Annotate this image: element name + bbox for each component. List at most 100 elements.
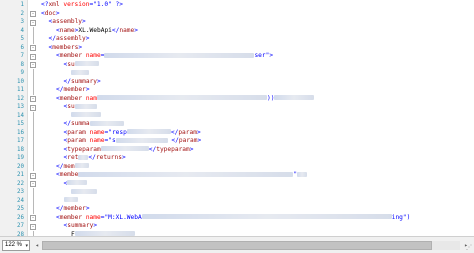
code-token: > bbox=[78, 43, 83, 51]
resize-grip-icon[interactable]: ⋰ bbox=[466, 244, 472, 251]
code-line[interactable]: 10 </summary> bbox=[0, 77, 474, 86]
code-line[interactable]: 17 <param name="s </param> bbox=[0, 137, 474, 146]
redacted-text bbox=[78, 154, 89, 160]
fold-toggle-icon[interactable]: - bbox=[30, 11, 36, 17]
code-text: </mem bbox=[56, 163, 89, 172]
code-line[interactable]: 25 </member> bbox=[0, 205, 474, 214]
code-token: version bbox=[63, 1, 90, 8]
line-number: 24 bbox=[17, 197, 24, 204]
code-token: > bbox=[82, 18, 86, 25]
code-line[interactable]: 6- <members> bbox=[0, 44, 474, 53]
fold-toggle-icon[interactable]: - bbox=[30, 181, 36, 187]
code-line[interactable]: 22- < bbox=[0, 180, 474, 189]
code-line[interactable]: 13- <su bbox=[0, 103, 474, 112]
code-token: member bbox=[63, 205, 86, 212]
code-line[interactable]: 24 bbox=[0, 196, 474, 205]
code-token: typeparam bbox=[156, 145, 190, 153]
line-number: 12 bbox=[17, 95, 24, 102]
fold-guide bbox=[32, 137, 34, 146]
line-number: 14 bbox=[17, 112, 24, 119]
code-line[interactable]: 9 bbox=[0, 69, 474, 78]
code-line[interactable]: 26- <member name="M:XL.WebA ing") bbox=[0, 214, 474, 223]
redacted-text bbox=[71, 112, 101, 117]
code-token: ) bbox=[406, 213, 411, 221]
redacted-text bbox=[274, 95, 315, 100]
code-line[interactable]: 2- <doc> bbox=[0, 10, 474, 19]
code-line[interactable]: 27- <summary> bbox=[0, 222, 474, 231]
code-token: "s bbox=[108, 137, 116, 144]
code-line[interactable]: 7- <member name= ser"> bbox=[0, 52, 474, 61]
line-number: 15 bbox=[17, 121, 24, 127]
redacted-text bbox=[63, 197, 78, 202]
code-token: )) bbox=[267, 94, 275, 102]
horizontal-scrollbar-thumb[interactable] bbox=[42, 241, 432, 250]
code-token: "M:XL.WebA bbox=[104, 213, 142, 221]
fold-toggle-icon[interactable]: - bbox=[30, 104, 36, 111]
code-text: <member name="M:XL.WebA ing") bbox=[56, 214, 410, 223]
code-line[interactable]: 1 <?xml version="1.0" ?> bbox=[0, 1, 474, 10]
code-line[interactable]: 4 <name>XL.WebApi</name> bbox=[0, 26, 474, 35]
code-line[interactable]: 20 </mem bbox=[0, 162, 474, 172]
code-token: member bbox=[59, 213, 86, 221]
code-line[interactable]: 12- <member nam)) bbox=[0, 95, 474, 104]
code-token: member bbox=[59, 52, 86, 59]
code-editor[interactable]: 1 <?xml version="1.0" ?> 2- <doc> 3- <assembl… bbox=[0, 0, 474, 236]
code-line[interactable]: 14 bbox=[0, 111, 474, 120]
code-token: name bbox=[89, 137, 105, 144]
code-token: param bbox=[178, 128, 197, 136]
fold-toggle-icon[interactable]: - bbox=[30, 45, 36, 51]
fold-guide bbox=[32, 69, 34, 78]
line-number: 17 bbox=[17, 138, 24, 144]
code-line[interactable]: 8- <su bbox=[0, 61, 474, 70]
code-text: <member nam)) bbox=[56, 94, 315, 104]
chevron-down-icon: ▾ bbox=[25, 243, 28, 249]
code-text: <members> bbox=[49, 44, 83, 53]
fold-toggle-icon[interactable]: - bbox=[30, 96, 36, 102]
code-token: summary bbox=[67, 222, 94, 229]
code-token: </ bbox=[167, 137, 179, 144]
code-line[interactable]: 18 <typeparam </typeparam> bbox=[0, 145, 474, 154]
code-line[interactable]: 3- <assembly> bbox=[0, 18, 474, 27]
code-token: ?> bbox=[111, 1, 123, 8]
code-token: ing" bbox=[391, 213, 407, 221]
code-token: name bbox=[85, 213, 101, 221]
code-line[interactable]: 16 <param name="resp </param> bbox=[0, 128, 474, 137]
fold-toggle-icon[interactable]: - bbox=[30, 215, 36, 221]
scroll-left-arrow-icon[interactable]: ◂ bbox=[33, 241, 41, 250]
fold-toggle-icon[interactable]: - bbox=[30, 62, 36, 68]
code-token: "1.0" bbox=[93, 1, 112, 8]
line-number: 6 bbox=[20, 44, 25, 51]
line-number: 26 bbox=[17, 214, 24, 221]
code-token: > bbox=[93, 222, 98, 229]
line-number: 18 bbox=[17, 146, 24, 153]
redacted-text bbox=[297, 171, 308, 177]
redacted-text bbox=[74, 103, 97, 109]
code-token: su bbox=[67, 60, 75, 68]
code-token: nam bbox=[85, 94, 97, 102]
code-text: <param name="s </param> bbox=[64, 137, 202, 146]
code-token: > bbox=[121, 154, 126, 161]
code-token: > bbox=[197, 137, 202, 144]
zoom-dropdown[interactable]: 122 % ▾ bbox=[2, 240, 30, 251]
fold-toggle-icon[interactable]: - bbox=[30, 223, 36, 230]
code-token: </ bbox=[63, 120, 71, 127]
redacted-text bbox=[71, 69, 89, 75]
code-line[interactable]: 23 bbox=[0, 188, 474, 197]
code-line[interactable]: 15 </summa bbox=[0, 120, 474, 129]
redacted-text bbox=[104, 52, 255, 58]
code-token: mem bbox=[63, 162, 75, 170]
fold-guide bbox=[32, 77, 34, 86]
code-line[interactable]: 5 </assembly> bbox=[0, 35, 474, 44]
code-line[interactable]: 21- <membe " bbox=[0, 171, 474, 180]
code-token: </ bbox=[88, 154, 96, 161]
code-line[interactable]: 19 <ret </returns> bbox=[0, 154, 474, 163]
code-token: </ bbox=[63, 77, 71, 85]
line-number: 25 bbox=[17, 206, 24, 212]
line-number: 4 bbox=[20, 27, 25, 34]
code-token: param bbox=[67, 137, 90, 144]
fold-toggle-icon[interactable]: - bbox=[30, 172, 36, 179]
fold-toggle-icon[interactable]: - bbox=[30, 19, 36, 26]
code-token: XL.WebApi bbox=[78, 26, 112, 34]
fold-toggle-icon[interactable]: - bbox=[30, 53, 36, 60]
code-line[interactable]: 11 </member> bbox=[0, 86, 474, 95]
